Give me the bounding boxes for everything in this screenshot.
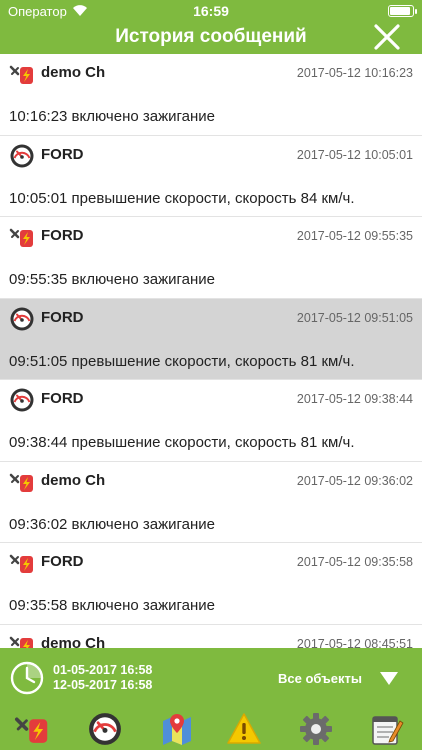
object-name: demo Ch bbox=[41, 634, 106, 649]
status-time: 16:59 bbox=[193, 3, 229, 19]
tab-bar bbox=[0, 706, 422, 750]
message-item[interactable]: demo Ch 2017-05-12 10:16:23 10:16:23 включ… bbox=[0, 54, 422, 136]
message-text: 09:38:44 превышение скорости, скорость 8… bbox=[9, 434, 355, 451]
message-list[interactable]: demo Ch 2017-05-12 10:16:23 10:16:23 включ… bbox=[0, 54, 422, 648]
dropdown-arrow-icon[interactable] bbox=[380, 672, 398, 685]
ignition-icon bbox=[9, 228, 33, 247]
object-name: FORD bbox=[41, 227, 84, 244]
ignition-icon bbox=[9, 636, 33, 648]
map-pin-icon bbox=[163, 714, 191, 745]
message-date: 2017-05-12 09:36:02 bbox=[296, 473, 413, 488]
notepad-icon bbox=[372, 716, 404, 745]
message-item[interactable]: demo Ch 2017-05-12 09:36:02 09:36:02 включ… bbox=[0, 461, 422, 543]
message-date: 2017-05-12 08:45:51 bbox=[296, 636, 413, 649]
objects-filter[interactable]: Все объекты bbox=[278, 671, 362, 686]
tab-gear[interactable] bbox=[298, 711, 334, 747]
message-date: 2017-05-12 09:55:35 bbox=[296, 229, 413, 243]
message-item[interactable]: FORD 2017-05-12 09:38:44 09:38:44 превышен… bbox=[0, 380, 422, 462]
message-text: 09:51:05 превышение скорости, скорость 8… bbox=[9, 352, 355, 370]
message-item[interactable]: FORD 2017-05-12 09:55:35 09:55:35 включено… bbox=[0, 217, 422, 299]
message-date: 2017-05-12 10:05:01 bbox=[296, 147, 413, 162]
message-date: 2017-05-12 10:16:23 bbox=[296, 66, 413, 80]
clock-icon[interactable] bbox=[10, 661, 44, 695]
tab-speedometer[interactable] bbox=[87, 711, 123, 747]
ignition-icon bbox=[9, 554, 33, 573]
date-to: 12-05-2017 16:58 bbox=[53, 678, 153, 692]
message-text: 09:55:35 включено зажигание bbox=[9, 271, 216, 288]
warning-icon bbox=[227, 713, 261, 744]
message-item[interactable]: FORD 2017-05-12 10:05:01 10:05:01 превышен… bbox=[0, 135, 422, 217]
nav-bar: История сообщений bbox=[0, 22, 422, 54]
speedometer-icon bbox=[89, 713, 121, 745]
ignition-icon bbox=[14, 717, 48, 743]
message-text: 09:36:02 включено зажигание bbox=[9, 515, 216, 533]
message-text: 10:05:01 превышение скорости, скорость 8… bbox=[9, 189, 355, 207]
speedometer-icon bbox=[10, 144, 34, 167]
message-date: 2017-05-12 09:35:58 bbox=[296, 555, 413, 569]
object-name: FORD bbox=[41, 145, 84, 163]
object-name: FORD bbox=[41, 390, 84, 407]
message-item[interactable]: FORD 2017-05-12 09:35:58 09:35:58 включено… bbox=[0, 543, 422, 625]
message-date: 2017-05-12 09:38:44 bbox=[296, 392, 413, 406]
speedometer-icon bbox=[10, 307, 34, 330]
message-date: 2017-05-12 09:51:05 bbox=[296, 310, 413, 325]
message-item[interactable]: demo Ch 2017-05-12 08:45:51 bbox=[0, 624, 422, 649]
object-name: FORD bbox=[41, 308, 84, 326]
tab-map-pin[interactable] bbox=[159, 711, 195, 747]
battery-icon bbox=[388, 5, 417, 17]
message-text: 10:16:23 включено зажигание bbox=[9, 108, 216, 125]
object-name: FORD bbox=[41, 553, 84, 570]
gear-icon bbox=[300, 713, 332, 745]
close-icon[interactable] bbox=[372, 22, 402, 52]
message-text: 09:35:58 включено зажигание bbox=[9, 597, 216, 614]
object-name: demo Ch bbox=[41, 471, 106, 489]
message-item[interactable]: FORD 2017-05-12 09:51:05 09:51:05 превышен… bbox=[0, 298, 422, 380]
page-title: История сообщений bbox=[115, 26, 307, 47]
tab-notepad[interactable] bbox=[368, 711, 404, 747]
status-bar: Оператор 16:59 bbox=[0, 0, 422, 22]
date-range[interactable]: 01-05-2017 16:58 12-05-2017 16:58 bbox=[53, 663, 152, 693]
object-name: demo Ch bbox=[41, 64, 106, 81]
speedometer-icon bbox=[10, 388, 34, 412]
tab-ignition[interactable] bbox=[14, 711, 50, 747]
ignition-icon bbox=[9, 65, 33, 84]
filter-bar: 01-05-2017 16:58 12-05-2017 16:58 Все об… bbox=[0, 648, 422, 706]
date-from: 01-05-2017 16:58 bbox=[53, 663, 153, 677]
ignition-icon bbox=[9, 473, 33, 492]
tab-warning[interactable] bbox=[226, 711, 262, 747]
